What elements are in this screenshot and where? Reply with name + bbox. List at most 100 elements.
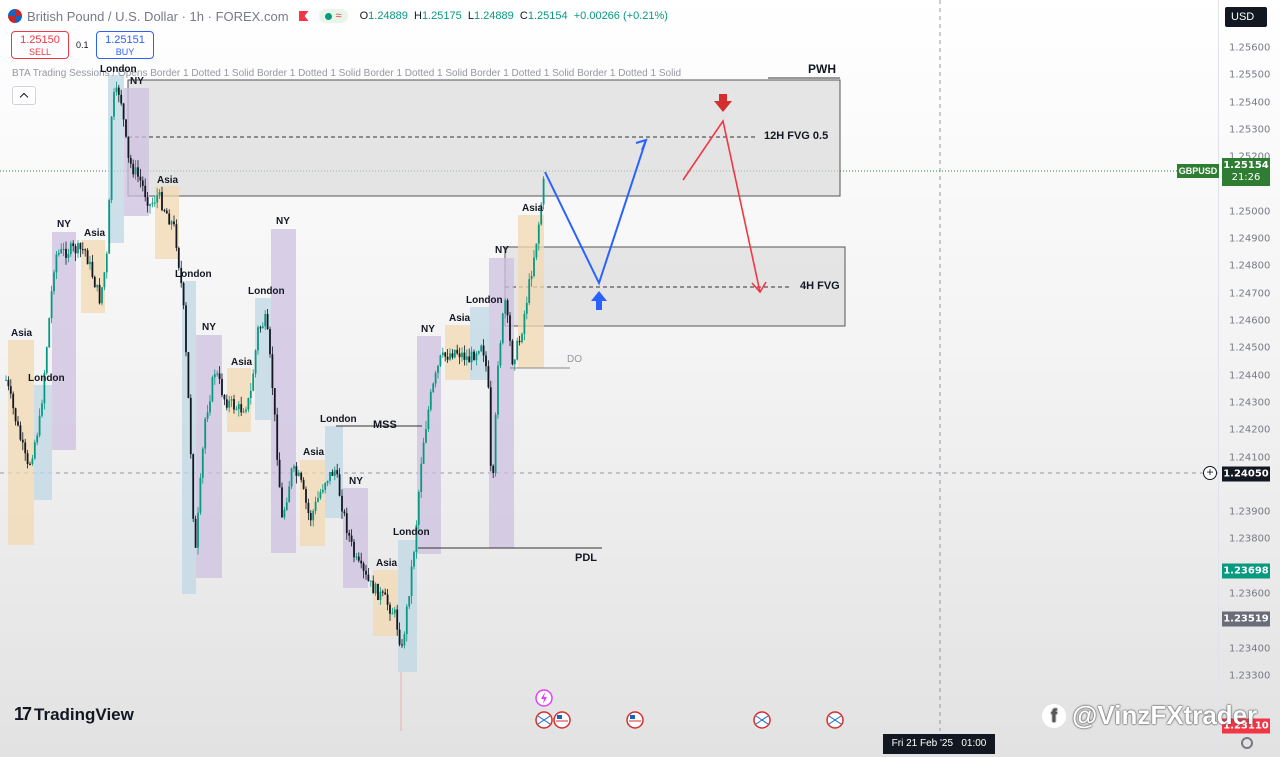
candle-body bbox=[249, 390, 252, 399]
candle-body bbox=[134, 167, 137, 175]
candle-body bbox=[53, 272, 55, 292]
candle-body bbox=[456, 349, 459, 354]
candle-body bbox=[185, 305, 187, 353]
candle-body bbox=[482, 345, 485, 356]
session-label-ny: NY bbox=[57, 219, 71, 230]
symbol-title[interactable]: British Pound / U.S. Dollar · 1h · FOREX… bbox=[27, 9, 289, 24]
candle-body bbox=[65, 248, 67, 258]
candle-body bbox=[374, 583, 377, 594]
candle-body bbox=[290, 468, 293, 487]
candle-body bbox=[146, 197, 149, 206]
candle-body bbox=[230, 399, 233, 401]
candle-body bbox=[429, 391, 432, 410]
candle-body bbox=[247, 398, 250, 410]
candle-body bbox=[542, 178, 545, 205]
candle-body bbox=[113, 92, 115, 117]
candle-body bbox=[305, 488, 307, 503]
price-axis[interactable]: USD 1.256001.255001.254001.253001.252001… bbox=[1218, 0, 1280, 757]
candle-body bbox=[413, 552, 415, 567]
session-label-london: London bbox=[28, 373, 65, 384]
tradingview-logo[interactable]: 17 TradingView bbox=[14, 704, 134, 725]
candle-body bbox=[518, 340, 521, 343]
settings-gear-icon[interactable] bbox=[1241, 737, 1253, 749]
collapse-legend-button[interactable] bbox=[12, 86, 36, 105]
candle-body bbox=[408, 596, 411, 607]
session-label-asia: Asia bbox=[157, 175, 179, 186]
candle-body bbox=[326, 480, 329, 483]
candle-body bbox=[317, 498, 319, 502]
candle-body bbox=[516, 340, 519, 360]
candle-body bbox=[338, 474, 341, 496]
candle-body bbox=[381, 591, 384, 593]
12h-fvg-zone bbox=[127, 79, 841, 197]
candle-body bbox=[223, 395, 226, 400]
candle-body bbox=[93, 276, 96, 288]
price-tick: 1.24700 bbox=[1229, 288, 1271, 300]
candle-body bbox=[396, 609, 399, 630]
candle-body bbox=[31, 458, 34, 465]
candle-body bbox=[194, 518, 197, 548]
price-tick: 1.24100 bbox=[1229, 452, 1271, 463]
candle-body bbox=[81, 249, 84, 251]
buy-label: BUY bbox=[115, 47, 135, 57]
session-label-ny: NY bbox=[349, 476, 363, 487]
facebook-icon: f bbox=[1042, 703, 1066, 728]
candle-body bbox=[422, 442, 425, 464]
candle-body bbox=[391, 613, 394, 615]
candle-body bbox=[122, 103, 125, 120]
candle-body bbox=[110, 116, 113, 200]
candle-body bbox=[386, 594, 389, 605]
sell-button[interactable]: 1.25150 SELL bbox=[11, 31, 69, 59]
candle-body bbox=[521, 333, 523, 343]
current-price-label: 1.25154 21:26 bbox=[1222, 158, 1270, 186]
market-status-badge[interactable]: ≈ bbox=[318, 9, 348, 23]
us-flag-icon bbox=[553, 711, 571, 729]
candle-body bbox=[105, 253, 108, 273]
candle-body bbox=[216, 373, 219, 375]
candle-body bbox=[350, 535, 353, 542]
candle-body bbox=[437, 365, 439, 373]
candle-body bbox=[228, 400, 231, 408]
candle-body bbox=[242, 411, 245, 413]
candle-body bbox=[470, 351, 473, 363]
currency-selector[interactable]: USD bbox=[1225, 7, 1267, 27]
symbol-flag-icon bbox=[8, 9, 22, 23]
candle-body bbox=[233, 399, 235, 410]
mss-label: MSS bbox=[373, 419, 397, 431]
candle-body bbox=[487, 366, 490, 388]
candle-body bbox=[523, 313, 526, 334]
candle-body bbox=[98, 284, 101, 304]
candle-body bbox=[307, 502, 310, 514]
candle-body bbox=[405, 606, 408, 635]
candle-body bbox=[156, 195, 159, 203]
candle-body bbox=[117, 87, 120, 95]
fvg12-label: 12H FVG 0.5 bbox=[764, 130, 829, 142]
candle-body bbox=[324, 482, 327, 490]
candle-body bbox=[79, 243, 82, 250]
candle-body bbox=[525, 302, 528, 314]
candle-body bbox=[461, 352, 463, 358]
price-chart[interactable] bbox=[0, 0, 1218, 731]
candle-body bbox=[24, 442, 27, 454]
buy-button[interactable]: 1.25151 BUY bbox=[96, 31, 154, 59]
candle-body bbox=[278, 459, 281, 488]
candle-body bbox=[45, 347, 48, 374]
flag-marker-icon[interactable] bbox=[298, 11, 309, 21]
add-alert-icon[interactable]: + bbox=[1203, 466, 1217, 480]
candle-body bbox=[209, 401, 211, 413]
candle-body bbox=[38, 415, 41, 436]
candle-body bbox=[221, 379, 223, 396]
candle-body bbox=[139, 176, 142, 181]
candle-body bbox=[355, 556, 358, 558]
candle-body bbox=[204, 418, 207, 449]
candle-body bbox=[86, 250, 89, 265]
candle-body bbox=[513, 359, 516, 365]
candle-body bbox=[84, 249, 87, 251]
candle-body bbox=[103, 272, 106, 288]
candle-body bbox=[266, 314, 269, 330]
session-label-ny: NY bbox=[202, 322, 216, 333]
price-tick: 1.24300 bbox=[1229, 397, 1271, 409]
candle-body bbox=[293, 466, 295, 469]
candle-body bbox=[331, 471, 334, 476]
candle-body bbox=[432, 383, 435, 392]
